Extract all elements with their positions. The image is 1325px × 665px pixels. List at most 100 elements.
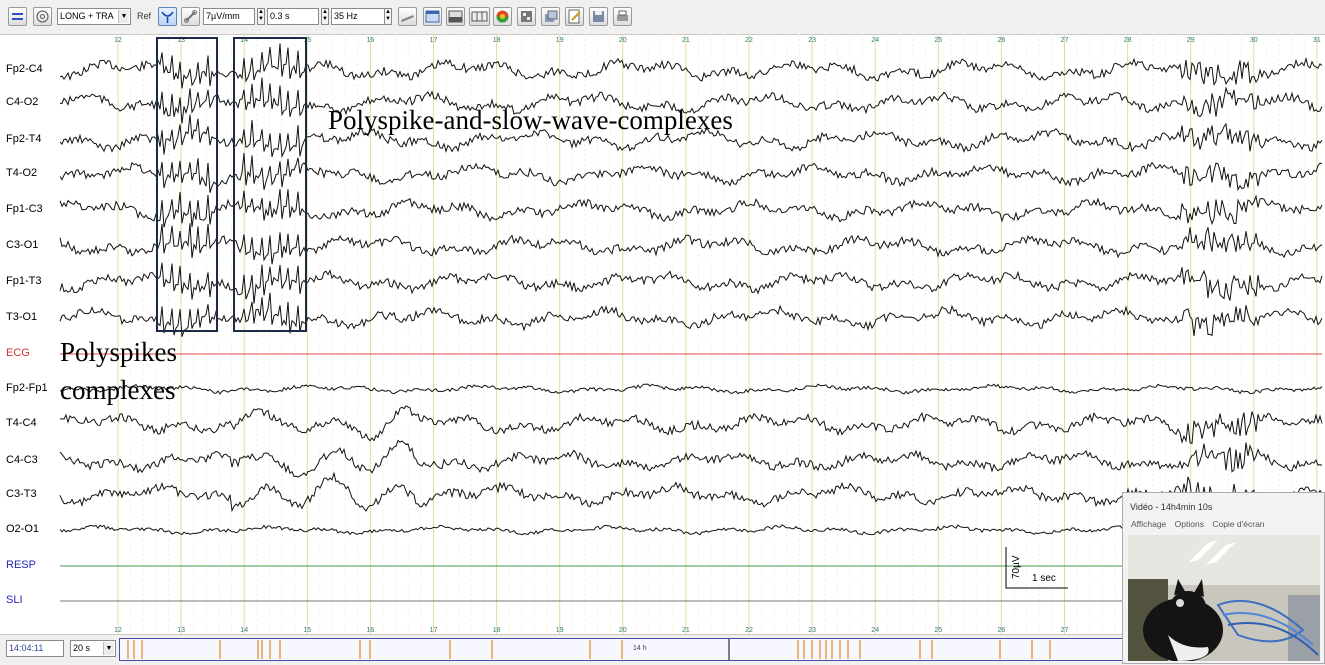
timeline-event-marker[interactable] [825,640,827,659]
video-frame [1128,535,1320,661]
timeline-event-marker[interactable] [999,640,1001,659]
menu-affichage[interactable]: Affichage [1131,519,1166,529]
top-ruler-tick-label: 26 [998,37,1006,44]
view-button-1[interactable] [423,7,442,26]
bottom-ruler-tick-label: 22 [745,627,753,634]
link-button[interactable] [181,7,200,26]
timeline-event-marker[interactable] [621,640,623,659]
scale-bar-time: 1 sec [1032,573,1056,584]
trace-fp2-c4 [59,43,1323,89]
timeline-event-marker[interactable] [831,640,833,659]
video-window[interactable]: Vidéo - 14h4min 10s Affichage Options Co… [1122,492,1325,664]
floppy-disk-icon [593,11,604,22]
save-button[interactable] [589,7,608,26]
time-constant-field[interactable]: 0.3 s [267,8,319,25]
top-ruler-tick-label: 30 [1250,37,1258,44]
montage-select[interactable]: LONG + TRA ▼ [57,8,131,25]
timeline-event-marker[interactable] [369,640,371,659]
map-button[interactable] [493,7,512,26]
top-ruler-tick-label: 20 [619,37,627,44]
montage-list-button[interactable] [8,7,27,26]
view-button-2[interactable] [446,7,465,26]
pen-button[interactable] [398,7,417,26]
top-ruler-tick-label: 12 [114,37,122,44]
edit-document-icon [568,9,581,24]
timeline-event-marker[interactable] [257,640,259,659]
timeline-event-marker[interactable] [919,640,921,659]
top-ruler-tick-label: 17 [430,37,438,44]
lines-icon [12,13,23,20]
bottom-ruler-tick-label: 17 [430,627,438,634]
montage-edit-button[interactable] [517,7,536,26]
view-button-3[interactable] [469,7,490,26]
timeline-scrollbar[interactable]: 14 h [119,638,1125,661]
timeline-event-marker[interactable] [803,640,805,659]
page-duration-value: 20 s [73,643,91,653]
top-ruler-tick-label: 27 [1061,37,1069,44]
timeline-event-marker[interactable] [839,640,841,659]
timeline-event-marker[interactable] [219,640,221,659]
filter-spinner[interactable]: ▲ ▼ [384,8,392,25]
bottom-ruler-tick-label: 13 [177,627,185,634]
timeline-event-marker[interactable] [133,640,135,659]
timeline-event-marker[interactable] [127,640,129,659]
video-title: Vidéo - 14h4min 10s [1130,502,1213,512]
top-ruler-tick-label: 21 [682,37,690,44]
print-button[interactable] [613,7,632,26]
timeline-event-marker[interactable] [931,640,933,659]
timeline-event-marker[interactable] [141,640,143,659]
panel-icon [448,10,463,23]
top-ruler-tick-label: 31 [1313,37,1321,44]
bottom-ruler-tick-label: 23 [808,627,816,634]
timeline-event-marker[interactable] [797,640,799,659]
top-ruler-tick-label: 19 [556,37,564,44]
polyspike-box-1 [156,37,218,332]
bottom-ruler-tick-label: 12 [114,627,122,634]
timeline-event-marker[interactable] [279,640,281,659]
timeline-event-marker[interactable] [269,640,271,659]
menu-options[interactable]: Options [1175,519,1204,529]
bottom-ruler-tick-label: 24 [871,627,879,634]
timeline-event-marker[interactable] [359,640,361,659]
timeline-event-marker[interactable] [811,640,813,659]
pen-icon [401,15,414,22]
filter-toggle-button[interactable] [158,7,177,26]
timeline-event-marker[interactable] [859,640,861,659]
sensitivity-value: 7µV/mm [206,11,240,21]
polyspikes-annotation-line2: complexes [60,375,176,405]
top-ruler-tick-label: 22 [745,37,753,44]
menu-copie-ecran[interactable]: Copie d'écran [1212,519,1264,529]
page-duration-select[interactable]: 20 s ▼ [70,640,116,657]
head-icon [36,10,49,23]
sensitivity-field[interactable]: 7µV/mm [203,8,255,25]
bottom-ruler-tick-label: 15 [303,627,311,634]
trace-fp1-c3 [59,188,1323,228]
head-settings-button[interactable] [33,7,52,26]
chevron-down-icon: ▼ [103,642,114,655]
filter-value: 35 Hz [334,11,358,21]
layers-button[interactable] [541,7,560,26]
grid-icon [471,11,488,22]
sensitivity-spinner[interactable]: ▲ ▼ [257,8,265,25]
top-ruler-tick-label: 16 [367,37,375,44]
timeline-event-marker[interactable] [589,640,591,659]
polyspikes-annotation: Polyspikes complexes [60,336,177,406]
bottom-ruler-tick-label: 20 [619,627,627,634]
top-ruler-tick-label: 24 [871,37,879,44]
layers-icon [545,10,558,22]
timeline-event-marker[interactable] [847,640,849,659]
report-button[interactable] [565,7,584,26]
top-ruler-tick-label: 23 [808,37,816,44]
current-time-field[interactable]: 14:04:11 [6,640,64,657]
timeline-event-marker[interactable] [491,640,493,659]
timeline-event-marker[interactable] [819,640,821,659]
timeline-event-marker[interactable] [449,640,451,659]
timeline-event-marker[interactable] [1049,640,1051,659]
topography-icon [496,10,509,23]
timeline-event-marker[interactable] [261,640,263,659]
link-icon [184,10,197,23]
filter-field[interactable]: 35 Hz [331,8,385,25]
current-time-value: 14:04:11 [9,643,44,653]
timeline-event-marker[interactable] [1031,640,1033,659]
time-constant-spinner[interactable]: ▲ ▼ [321,8,329,25]
